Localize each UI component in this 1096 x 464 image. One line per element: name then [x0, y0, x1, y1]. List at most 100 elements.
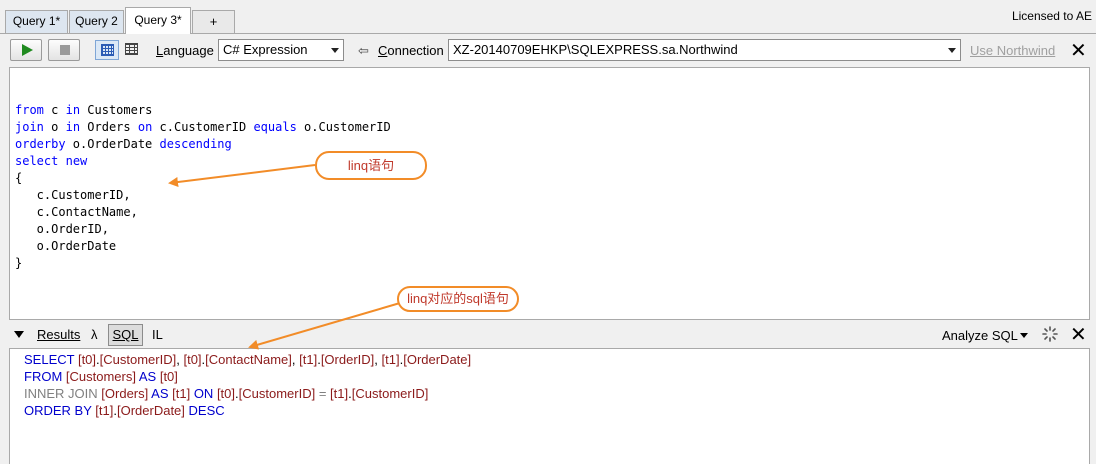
- tab-query-3[interactable]: Query 3*: [125, 7, 191, 34]
- sql-output-pane[interactable]: SELECT [t0].[CustomerID], [t0].[ContactN…: [9, 348, 1090, 464]
- code-token: in: [65, 120, 81, 134]
- use-northwind-link[interactable]: Use Northwind: [970, 43, 1055, 58]
- code-token: new: [65, 154, 88, 168]
- code-token: on: [137, 120, 153, 134]
- code-token: }: [15, 256, 23, 270]
- query-editor[interactable]: from c in Customers join o in Orders on c…: [9, 67, 1090, 320]
- language-select-value: C# Expression: [223, 42, 308, 57]
- code-line: from c in Customers: [15, 102, 391, 119]
- results-tab-label: Results: [37, 327, 81, 342]
- results-tab[interactable]: Results: [37, 327, 80, 342]
- sql-token: [CustomerID]: [99, 352, 177, 367]
- sql-token: [OrderDate]: [116, 403, 185, 418]
- run-query-button[interactable]: [10, 39, 42, 61]
- analyze-sql-button[interactable]: Analyze SQL: [942, 328, 1018, 343]
- sql-token: [OrderID]: [320, 352, 375, 367]
- sql-line: FROM [Customers] AS [t0]: [24, 368, 471, 385]
- sql-token: [t1]: [172, 386, 191, 401]
- query-tab-strip: Query 1* Query 2 Query 3* + Licensed to …: [0, 0, 1096, 34]
- lambda-tab[interactable]: λ: [91, 327, 98, 342]
- chevron-down-icon[interactable]: [1020, 333, 1028, 338]
- sql-token: DESC: [184, 403, 225, 418]
- close-results-icon[interactable]: ✕: [1070, 325, 1087, 345]
- linq-callout: linq语句: [315, 151, 427, 180]
- sql-token: [t0]: [159, 369, 178, 384]
- sql-output: SELECT [t0].[CustomerID], [t0].[ContactN…: [24, 351, 471, 419]
- license-label: Licensed to AE: [1011, 9, 1092, 23]
- linq-code: from c in Customers join o in Orders on c…: [15, 102, 391, 272]
- language-label: Language: [156, 43, 214, 58]
- sql-token: [CustomerID]: [351, 386, 429, 401]
- results-to-grid-button[interactable]: [120, 40, 144, 60]
- sql-line: INNER JOIN [Orders] AS [t1] ON [t0].[Cus…: [24, 385, 471, 402]
- code-line: join o in Orders on c.CustomerID equals …: [15, 119, 391, 136]
- code-token: o.OrderDate: [15, 239, 117, 253]
- code-token: c.CustomerID,: [15, 188, 131, 202]
- code-token: o: [43, 120, 66, 134]
- sql-token: ON: [190, 386, 217, 401]
- sql-token: [Customers]: [65, 369, 136, 384]
- connection-select[interactable]: XZ-20140709EHKP\SQLEXPRESS.sa.Northwind: [448, 39, 961, 61]
- il-tab[interactable]: IL: [152, 327, 163, 342]
- code-token: in: [65, 103, 81, 117]
- play-icon: [22, 44, 33, 56]
- sql-line: SELECT [t0].[CustomerID], [t0].[ContactN…: [24, 351, 471, 368]
- sql-token: [OrderDate]: [403, 352, 472, 367]
- stop-query-button[interactable]: [48, 39, 80, 61]
- collapse-results-icon[interactable]: [14, 331, 24, 338]
- code-token: from: [15, 103, 44, 117]
- sql-token: SELECT: [24, 352, 78, 367]
- sql-token: ,: [374, 352, 382, 367]
- sql-token: [CustomerID]: [238, 386, 316, 401]
- language-select[interactable]: C# Expression: [218, 39, 344, 61]
- sql-token: [t0]: [77, 352, 97, 367]
- new-query-tab-button[interactable]: +: [192, 10, 235, 33]
- code-token: o.OrderID,: [15, 222, 109, 236]
- code-line: c.CustomerID,: [15, 187, 391, 204]
- sql-token: FROM: [24, 369, 66, 384]
- sql-token: AS: [135, 369, 160, 384]
- sql-token: [t0]: [216, 386, 236, 401]
- code-token: {: [15, 171, 23, 185]
- close-connection-icon[interactable]: ✕: [1070, 41, 1087, 61]
- connection-select-value: XZ-20140709EHKP\SQLEXPRESS.sa.Northwind: [453, 42, 738, 57]
- code-line: }: [15, 255, 391, 272]
- sql-token: [Orders]: [101, 386, 149, 401]
- sql-token: ORDER BY: [24, 403, 96, 418]
- sql-token: [t1]: [381, 352, 400, 367]
- code-token: join: [15, 120, 44, 134]
- stop-icon: [60, 45, 70, 55]
- chevron-down-icon: [331, 48, 339, 53]
- results-bar: Results λ SQL IL Analyze SQL ✕: [0, 321, 1096, 348]
- sql-token: INNER JOIN: [24, 386, 102, 401]
- rich-text-grid-icon: [101, 44, 114, 56]
- sql-token: =: [315, 386, 331, 401]
- chevron-down-icon: [948, 48, 956, 53]
- tab-query-2[interactable]: Query 2: [69, 10, 124, 33]
- tab-query-1[interactable]: Query 1*: [5, 10, 68, 33]
- code-token: c.CustomerID: [152, 120, 254, 134]
- connection-label-rest: onnection: [387, 43, 444, 58]
- code-line: c.ContactName,: [15, 204, 391, 221]
- data-grid-icon: [125, 43, 138, 55]
- sql-token: [t0]: [183, 352, 202, 367]
- sql-token: [t1]: [330, 386, 349, 401]
- code-token: o.OrderDate: [65, 137, 160, 151]
- code-token: c.ContactName,: [15, 205, 138, 219]
- query-toolbar: Language C# Expression ⇦ Connection XZ-2…: [0, 33, 1096, 67]
- pin-spinner-icon[interactable]: [1042, 326, 1058, 342]
- results-to-rich-text-button[interactable]: [95, 40, 119, 60]
- sql-line: ORDER BY [t1].[OrderDate] DESC: [24, 402, 471, 419]
- code-line: o.OrderID,: [15, 221, 391, 238]
- code-line: o.OrderDate: [15, 238, 391, 255]
- code-token: orderby: [15, 137, 66, 151]
- sql-tab[interactable]: SQL: [108, 324, 143, 346]
- code-token: c: [43, 103, 66, 117]
- code-token: o.CustomerID: [296, 120, 391, 134]
- code-token: descending: [159, 137, 232, 151]
- code-token: Orders: [80, 120, 138, 134]
- connection-label: Connection: [378, 43, 444, 58]
- sql-token: [ContactName]: [205, 352, 292, 367]
- code-token: equals: [253, 120, 297, 134]
